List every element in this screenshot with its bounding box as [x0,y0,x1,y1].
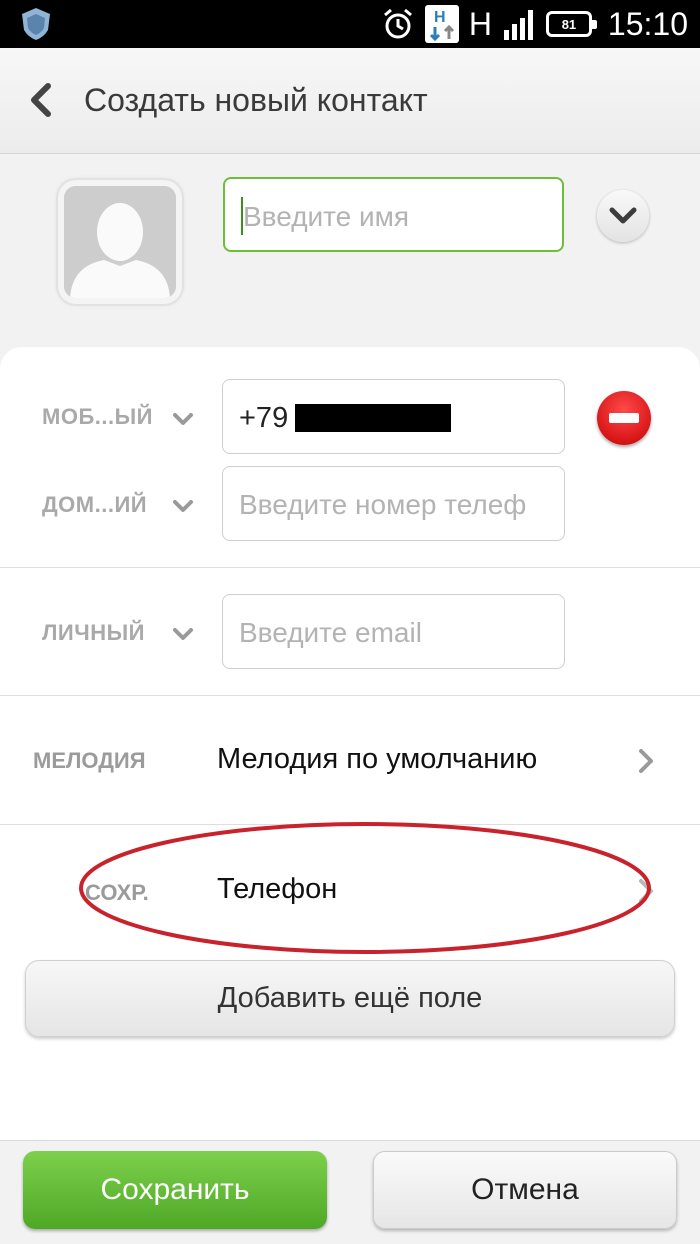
phone-value[interactable]: +79 [239,398,288,438]
phone-type-home[interactable]: ДОМ...ИЙ [42,492,147,518]
battery-icon: 81 [545,11,597,37]
ringtone-row[interactable]: МЕЛОДИЯ Мелодия по умолчанию [0,696,700,824]
home-phone-field[interactable] [222,466,565,541]
chevron-down-icon[interactable] [172,627,194,641]
svg-text:H: H [434,9,446,26]
shield-icon [22,8,50,40]
clock: 15:10 [607,5,688,42]
expand-name-button[interactable] [597,190,649,242]
divider [0,567,700,568]
page-title: Создать новый контакт [84,82,428,118]
default-avatar-icon [64,186,176,298]
highlight-ellipse [79,822,651,954]
chevron-right-icon [639,749,653,773]
email-field[interactable] [222,594,565,669]
signal-icon [503,10,533,40]
network-type: H [468,6,492,42]
ringtone-label: МЕЛОДИЯ [33,748,146,773]
name-field[interactable] [223,177,564,252]
email-type[interactable]: ЛИЧНЫЙ [42,620,145,646]
mobile-phone-field[interactable]: +79 [222,379,565,454]
remove-phone-button[interactable] [597,391,651,445]
contact-photo[interactable] [58,180,182,304]
action-bar: Создать новый контакт [0,48,700,154]
battery-level: 81 [561,16,577,32]
ringtone-value: Мелодия по умолчанию [217,743,538,775]
data-transfer-icon: H [424,5,459,43]
home-phone-input[interactable] [239,485,559,525]
cancel-button[interactable]: Отмена [373,1151,677,1229]
redaction-bar [295,404,451,432]
chevron-down-icon[interactable] [172,412,194,426]
phone-type-mobile[interactable]: МОБ...ЫЙ [42,404,153,430]
add-field-button[interactable]: Добавить ещё поле [25,960,675,1037]
chevron-down-icon[interactable] [172,499,194,513]
email-input[interactable] [239,613,559,653]
status-bar: H H 81 15:10 [0,0,700,48]
save-button[interactable]: Сохранить [23,1151,327,1229]
name-input[interactable] [243,197,553,237]
back-arrow-icon[interactable] [22,78,62,122]
chevron-down-icon [609,207,637,224]
alarm-icon [383,8,412,39]
